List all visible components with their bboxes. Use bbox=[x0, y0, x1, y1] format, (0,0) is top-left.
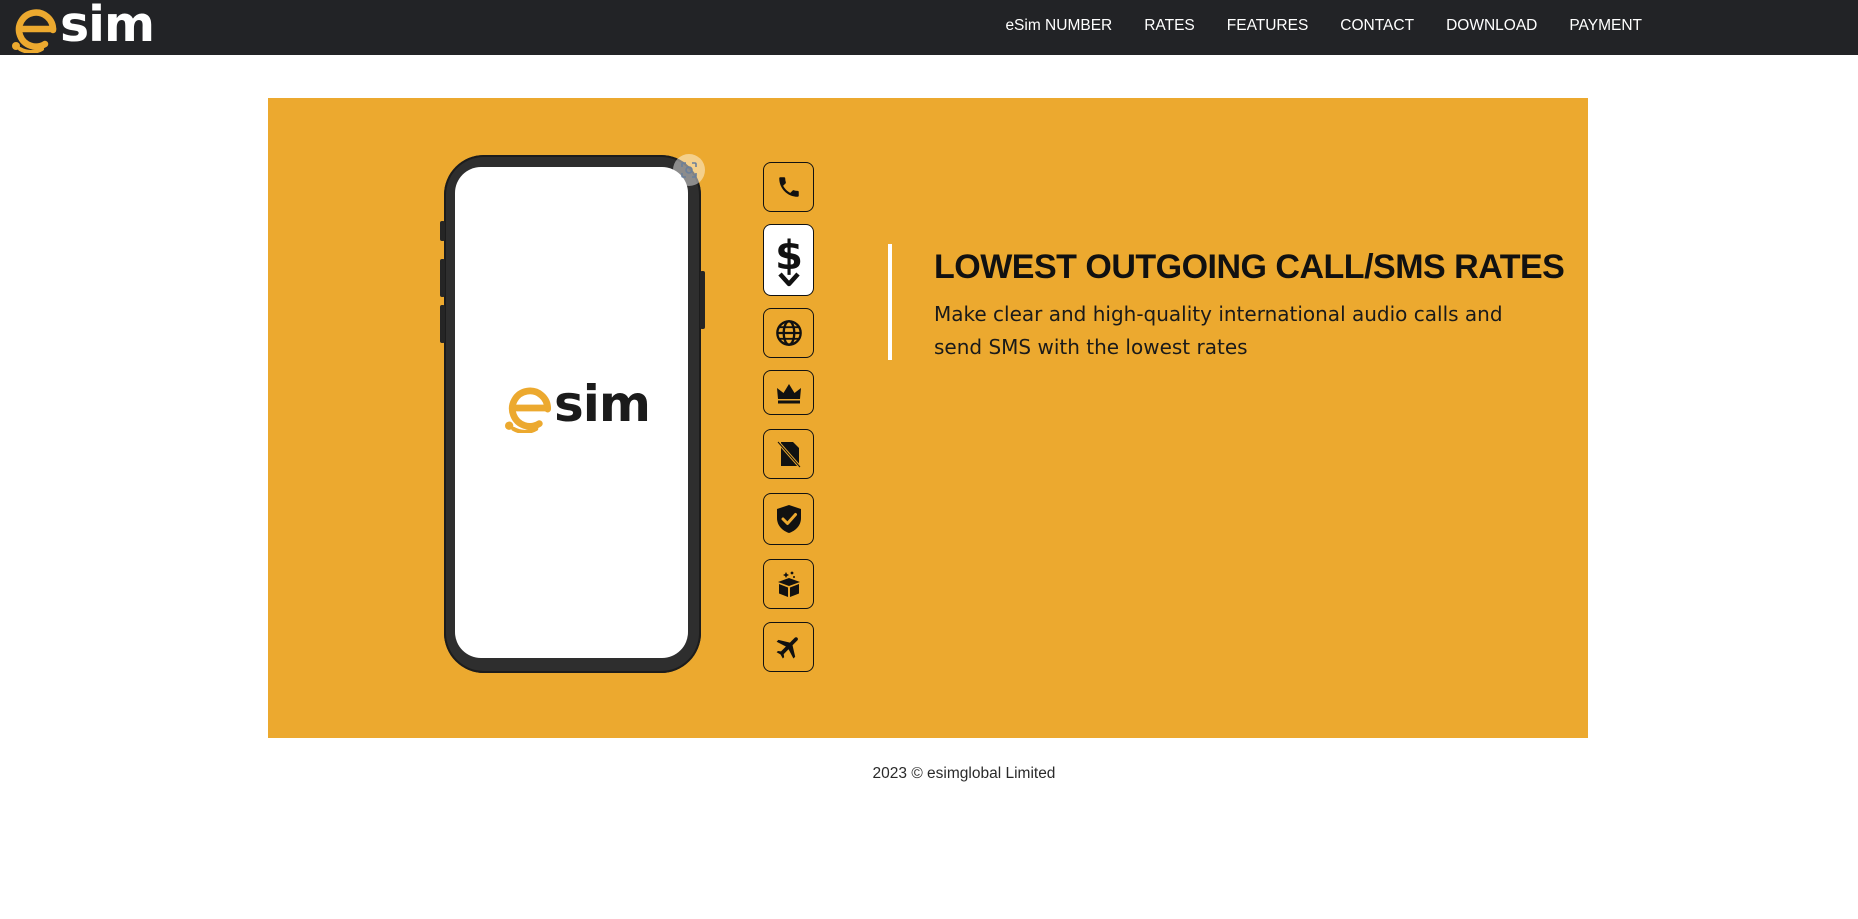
feature-title: LOWEST OUTGOING CALL/SMS RATES bbox=[934, 248, 1565, 286]
shield-check-icon bbox=[775, 503, 803, 535]
feature-description: Make clear and high-quality internationa… bbox=[934, 302, 1503, 359]
nav-link-payment[interactable]: PAYMENT bbox=[1569, 17, 1642, 35]
phone-side-button bbox=[440, 221, 445, 241]
svg-text:$: $ bbox=[775, 233, 803, 279]
esim-e-logo-icon bbox=[505, 387, 552, 433]
feature-divider bbox=[888, 244, 892, 360]
phone-side-button bbox=[440, 259, 445, 297]
nav-link-contact[interactable]: CONTACT bbox=[1340, 17, 1414, 35]
no-sim-icon bbox=[775, 439, 803, 469]
brand-logo-text: sim bbox=[60, 0, 155, 53]
feature-button-no-sim[interactable] bbox=[763, 429, 814, 479]
brand-logo-link[interactable]: sim bbox=[12, 0, 155, 55]
dollar-down-icon: $ bbox=[772, 233, 806, 287]
lens-icon bbox=[681, 162, 697, 178]
nav-link-features[interactable]: FEATURES bbox=[1227, 17, 1309, 35]
phone-side-button bbox=[700, 271, 705, 329]
feature-button-bonus[interactable] bbox=[763, 559, 814, 609]
nav-link-esim-number[interactable]: eSim NUMBER bbox=[1005, 17, 1112, 35]
feature-button-international[interactable] bbox=[763, 308, 814, 358]
phone-side-button bbox=[440, 305, 445, 343]
feature-button-travel[interactable] bbox=[763, 622, 814, 672]
feature-button-premium[interactable] bbox=[763, 370, 814, 415]
top-navbar: sim eSim NUMBER RATES FEATURES CONTACT D… bbox=[0, 0, 1858, 55]
phone-icon bbox=[776, 174, 802, 200]
esim-e-logo-icon bbox=[12, 8, 57, 53]
gift-box-icon bbox=[774, 569, 804, 599]
phone-screen-logo: sim bbox=[505, 374, 651, 433]
feature-button-secure[interactable] bbox=[763, 493, 814, 545]
airplane-icon bbox=[774, 632, 804, 662]
feature-button-lowest-rates[interactable]: $ bbox=[763, 224, 814, 296]
phone-mockup: sim bbox=[440, 155, 705, 673]
nav-link-rates[interactable]: RATES bbox=[1144, 17, 1195, 35]
features-hero-section: sim $ LOWEST OUTGOING CALL/SMS RATES Mak… bbox=[268, 98, 1588, 738]
phone-screen: sim bbox=[455, 167, 688, 658]
footer-copyright: 2023 © esimglobal Limited bbox=[872, 765, 1056, 782]
phone-screen-logo-text: sim bbox=[554, 374, 651, 433]
main-nav: eSim NUMBER RATES FEATURES CONTACT DOWNL… bbox=[1005, 0, 1642, 52]
nav-link-download[interactable]: DOWNLOAD bbox=[1446, 17, 1537, 35]
screenshot-lens-badge[interactable] bbox=[673, 154, 705, 186]
globe-icon bbox=[775, 319, 803, 347]
crown-icon bbox=[775, 381, 803, 405]
feature-button-calls[interactable] bbox=[763, 162, 814, 212]
